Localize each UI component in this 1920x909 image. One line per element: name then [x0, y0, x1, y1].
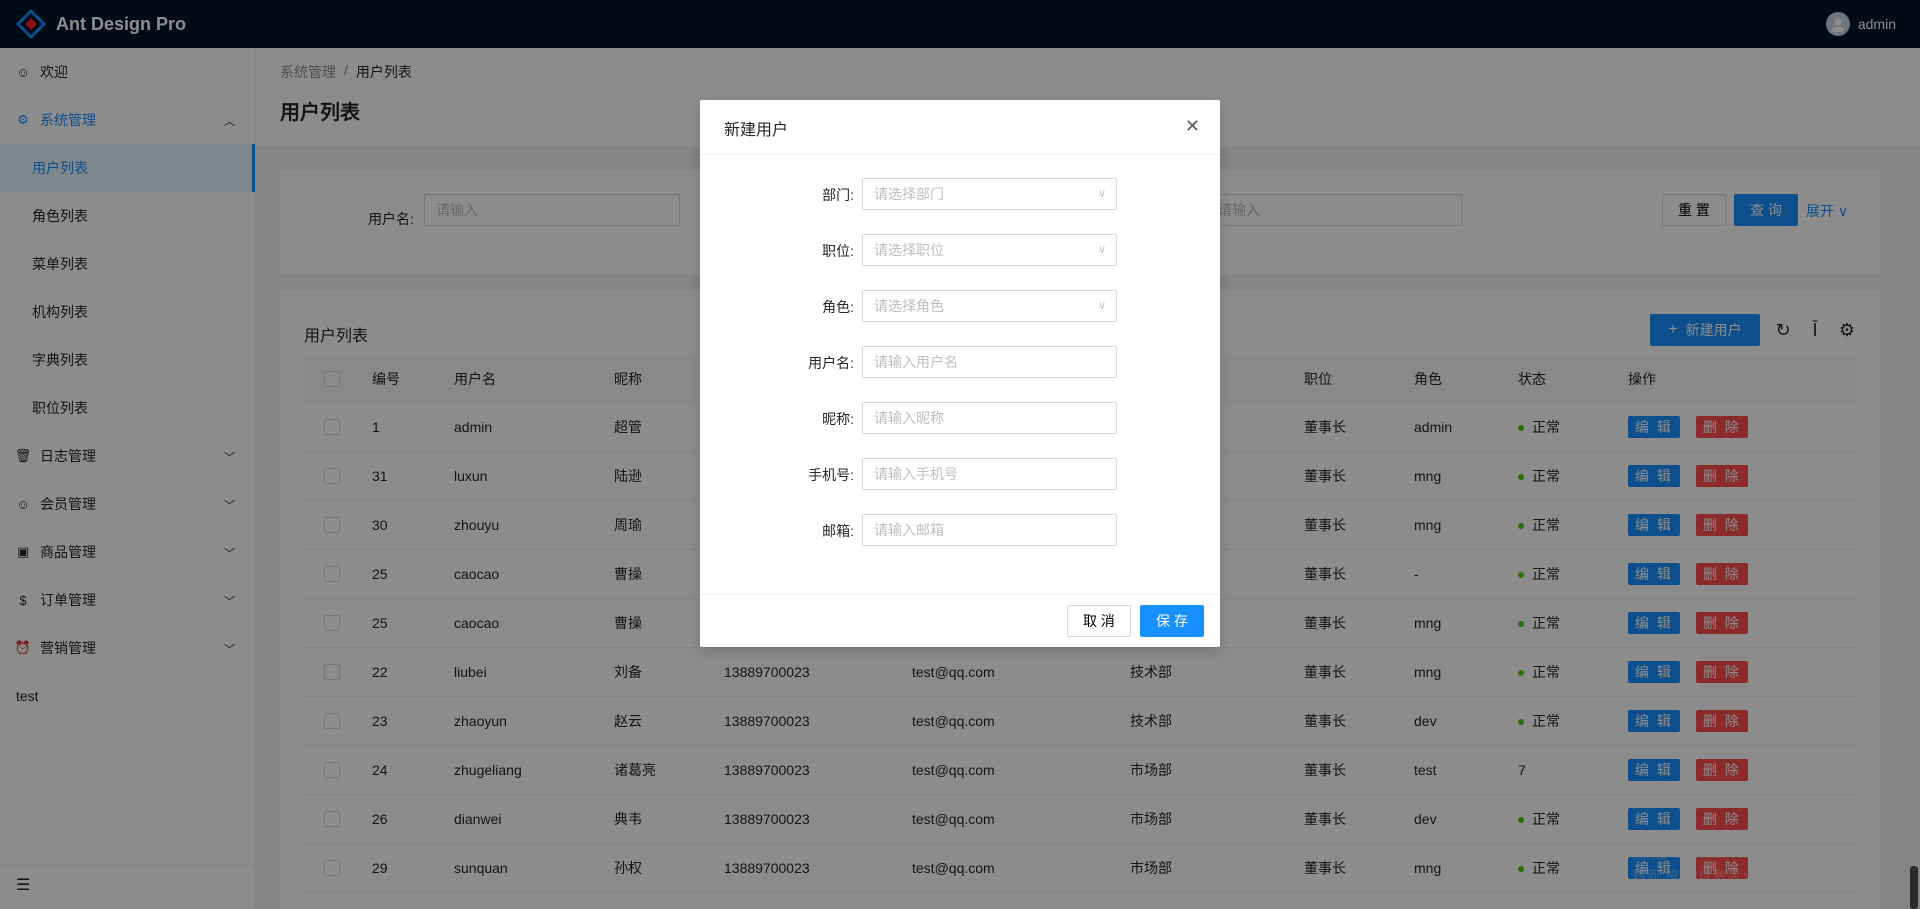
form-row: 角色: 请选择角色 ∨	[700, 290, 1220, 322]
chevron-down-icon: ∨	[1097, 244, 1106, 256]
form-select[interactable]: 请选择角色 ∨	[862, 290, 1117, 322]
form-row: 手机号: 请输入手机号	[700, 458, 1220, 490]
form-label: 角色:	[822, 299, 854, 315]
placeholder-text: 请选择职位	[874, 242, 944, 258]
placeholder-text: 请输入昵称	[874, 410, 944, 426]
placeholder-text: 请选择部门	[874, 186, 944, 202]
placeholder-text: 请输入用户名	[874, 354, 958, 370]
placeholder-text: 请输入邮箱	[874, 522, 944, 538]
new-user-modal: 新建用户 ✕ 部门: 请选择部门 ∨ 职位: 请选择职位 ∨ 角色: 请选择角色 ∨ 用户名: 请输…	[700, 100, 1220, 647]
form-input[interactable]: 请输入邮箱	[862, 514, 1117, 546]
cancel-button[interactable]: 取 消	[1067, 605, 1131, 637]
form-label: 手机号:	[808, 467, 854, 483]
form-row: 邮箱: 请输入邮箱	[700, 514, 1220, 546]
modal-title: 新建用户	[724, 122, 789, 139]
form-label: 用户名:	[808, 355, 854, 371]
placeholder-text: 请输入手机号	[874, 466, 958, 482]
placeholder-text: 请选择角色	[874, 298, 944, 314]
form-row: 职位: 请选择职位 ∨	[700, 234, 1220, 266]
form-row: 昵称: 请输入昵称	[700, 402, 1220, 434]
save-button[interactable]: 保 存	[1140, 605, 1204, 637]
modal-header: 新建用户 ✕	[700, 100, 1220, 155]
form-label: 昵称:	[822, 411, 854, 427]
form-input[interactable]: 请输入昵称	[862, 402, 1117, 434]
modal-footer: 取 消 保 存	[700, 594, 1220, 647]
form-input[interactable]: 请输入用户名	[862, 346, 1117, 378]
chevron-down-icon: ∨	[1097, 188, 1106, 200]
form-select[interactable]: 请选择职位 ∨	[862, 234, 1117, 266]
form-select[interactable]: 请选择部门 ∨	[862, 178, 1117, 210]
form-row: 部门: 请选择部门 ∨	[700, 178, 1220, 210]
chevron-down-icon: ∨	[1097, 300, 1106, 312]
form-row: 用户名: 请输入用户名	[700, 346, 1220, 378]
form-label: 邮箱:	[822, 523, 854, 539]
form-label: 职位:	[822, 243, 854, 259]
scrollbar-thumb[interactable]	[1910, 866, 1918, 909]
close-icon[interactable]: ✕	[1185, 116, 1200, 137]
form-input[interactable]: 请输入手机号	[862, 458, 1117, 490]
form-label: 部门:	[822, 187, 854, 203]
